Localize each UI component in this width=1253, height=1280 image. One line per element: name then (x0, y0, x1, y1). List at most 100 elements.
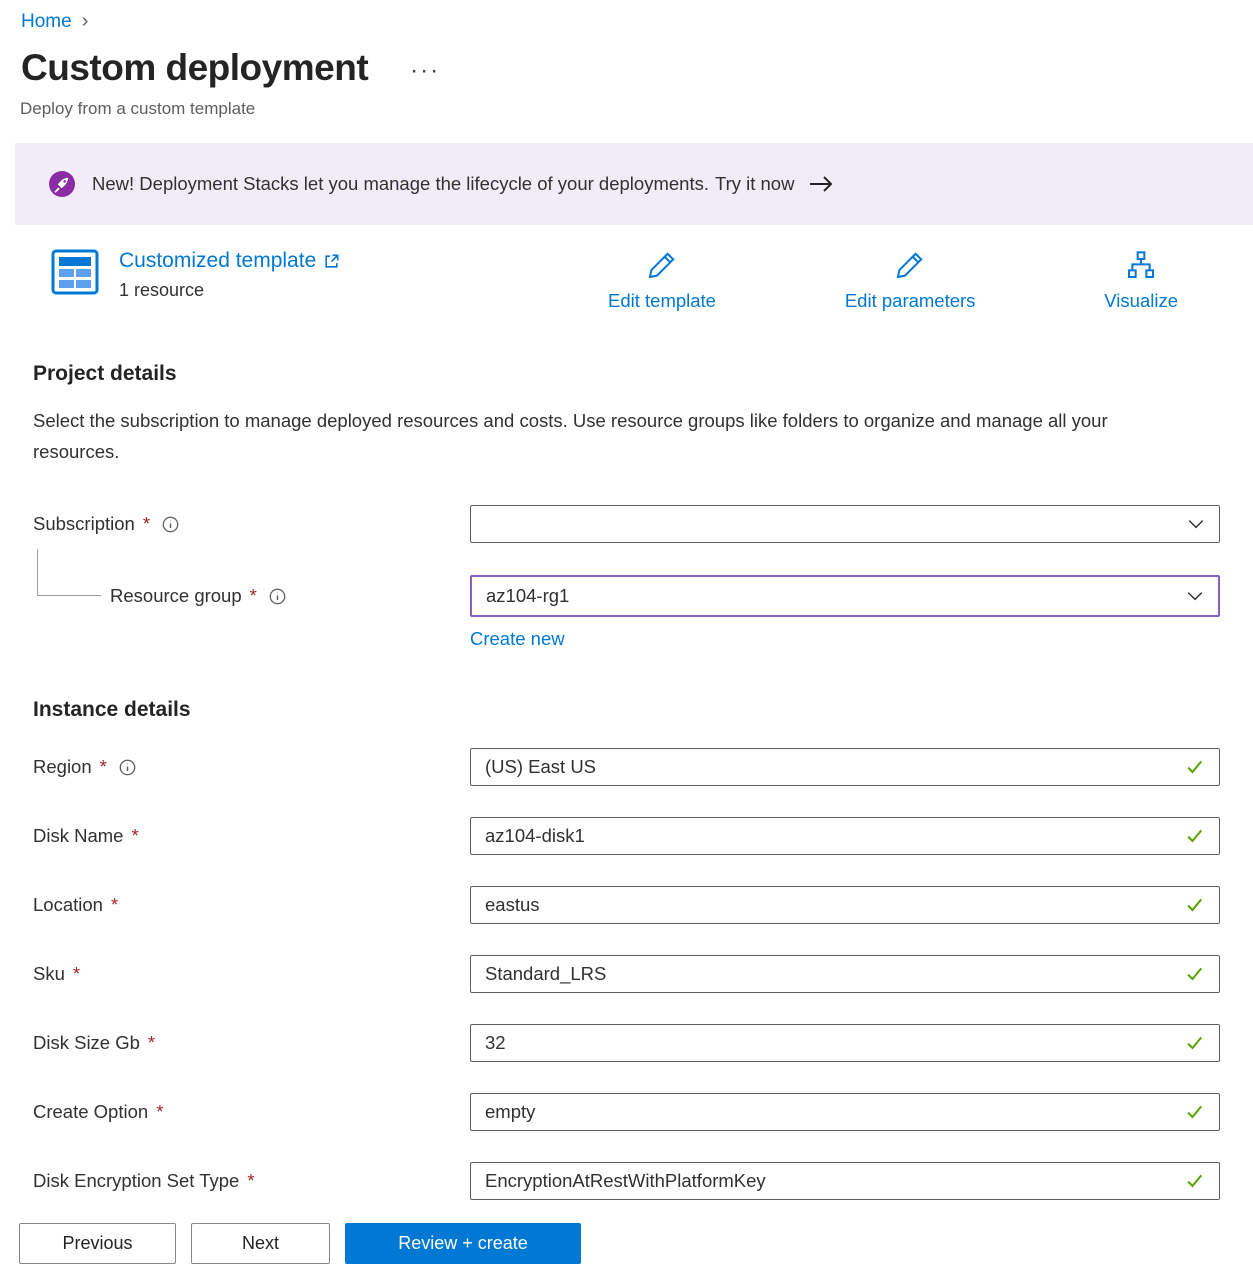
breadcrumb-separator: › (82, 10, 89, 33)
template-actions: Edit template Edit parameters Visualize (608, 249, 1208, 312)
disk-size-field-row: Disk Size Gb * 32 (33, 1024, 1220, 1062)
required-asterisk: * (247, 1170, 254, 1192)
label-text: Region (33, 756, 92, 778)
input-value: empty (485, 1101, 1177, 1123)
input-value: 32 (485, 1032, 1177, 1054)
previous-button[interactable]: Previous (19, 1223, 176, 1264)
input-value: eastus (485, 894, 1177, 916)
required-asterisk: * (148, 1032, 155, 1054)
checkmark-icon (1185, 1033, 1205, 1053)
info-icon[interactable] (162, 516, 179, 533)
subscription-field-row: Subscription * (33, 505, 1220, 543)
page-title: Custom deployment (21, 47, 368, 89)
pencil-icon (646, 249, 678, 281)
banner-message: New! Deployment Stacks let you manage th… (92, 173, 709, 195)
input-value: EncryptionAtRestWithPlatformKey (485, 1170, 1177, 1192)
action-label: Visualize (1104, 290, 1178, 312)
template-link-label: Customized template (119, 249, 316, 273)
banner-cta[interactable]: Try it now (715, 173, 795, 195)
breadcrumb: Home › (0, 0, 1253, 33)
resource-group-value: az104-rg1 (486, 585, 1178, 607)
required-asterisk: * (131, 825, 138, 847)
page-content: Home › Custom deployment ··· Deploy from… (0, 0, 1253, 1206)
label-text: Resource group (110, 585, 242, 607)
disk-name-field-row: Disk Name * az104-disk1 (33, 817, 1220, 855)
create-new-link[interactable]: Create new (470, 628, 565, 649)
disk-size-label: Disk Size Gb * (33, 1032, 470, 1054)
sku-input[interactable]: Standard_LRS (470, 955, 1220, 993)
required-asterisk: * (143, 513, 150, 535)
project-details-heading: Project details (33, 362, 1253, 386)
disk-encryption-set-type-field-row: Disk Encryption Set Type * EncryptionAtR… (33, 1162, 1220, 1200)
wizard-footer: Previous Next Review + create (0, 1206, 1253, 1280)
edit-template-button[interactable]: Edit template (608, 249, 716, 312)
location-label: Location * (33, 894, 470, 916)
sku-field-row: Sku * Standard_LRS (33, 955, 1220, 993)
required-asterisk: * (250, 585, 257, 607)
create-option-label: Create Option * (33, 1101, 470, 1123)
project-details-description: Select the subscription to manage deploy… (33, 406, 1181, 467)
resource-group-dropdown[interactable]: az104-rg1 (470, 575, 1220, 617)
disk-name-label: Disk Name * (33, 825, 470, 847)
checkmark-icon (1185, 895, 1205, 915)
hierarchy-icon (1125, 249, 1157, 281)
label-text: Disk Name (33, 825, 123, 847)
visualize-button[interactable]: Visualize (1104, 249, 1178, 312)
instance-details-heading: Instance details (33, 698, 1253, 722)
chevron-down-icon (1187, 515, 1205, 533)
label-text: Create Option (33, 1101, 148, 1123)
chevron-down-icon (1186, 587, 1204, 605)
pencil-icon (894, 249, 926, 281)
region-input[interactable]: (US) East US (470, 748, 1220, 786)
customized-template-link[interactable]: Customized template (119, 249, 340, 273)
resource-group-field-row: Resource group * az104-rg1 (33, 575, 1220, 617)
info-icon[interactable] (269, 588, 286, 605)
label-text: Disk Encryption Set Type (33, 1170, 239, 1192)
rocket-icon (48, 170, 76, 198)
breadcrumb-home-link[interactable]: Home (21, 11, 72, 33)
disk-size-input[interactable]: 32 (470, 1024, 1220, 1062)
action-label: Edit parameters (845, 290, 976, 312)
subscription-dropdown[interactable] (470, 505, 1220, 543)
disk-name-input[interactable]: az104-disk1 (470, 817, 1220, 855)
create-option-field-row: Create Option * empty (33, 1093, 1220, 1131)
edit-parameters-button[interactable]: Edit parameters (845, 249, 976, 312)
checkmark-icon (1185, 757, 1205, 777)
label-text: Sku (33, 963, 65, 985)
arrow-right-icon[interactable] (808, 174, 834, 194)
more-options-menu[interactable]: ··· (410, 51, 440, 85)
checkmark-icon (1185, 1171, 1205, 1191)
sku-label: Sku * (33, 963, 470, 985)
create-option-input[interactable]: empty (470, 1093, 1220, 1131)
checkmark-icon (1185, 1102, 1205, 1122)
required-asterisk: * (156, 1101, 163, 1123)
info-icon[interactable] (119, 759, 136, 776)
next-button[interactable]: Next (191, 1223, 330, 1264)
required-asterisk: * (100, 756, 107, 778)
external-link-icon (323, 253, 340, 270)
disk-encryption-set-type-label: Disk Encryption Set Type * (33, 1170, 470, 1192)
location-input[interactable]: eastus (470, 886, 1220, 924)
page-subtitle: Deploy from a custom template (20, 99, 1253, 119)
subscription-label: Subscription * (33, 513, 470, 535)
template-card: Customized template 1 resource Edit temp… (51, 249, 1208, 312)
template-resource-count: 1 resource (119, 280, 340, 301)
review-create-button[interactable]: Review + create (345, 1223, 581, 1264)
required-asterisk: * (73, 963, 80, 985)
input-value: (US) East US (485, 756, 1177, 778)
template-icon (51, 249, 99, 295)
label-text: Subscription (33, 513, 135, 535)
label-text: Location (33, 894, 103, 916)
checkmark-icon (1185, 826, 1205, 846)
input-value: az104-disk1 (485, 825, 1177, 847)
checkmark-icon (1185, 964, 1205, 984)
input-value: Standard_LRS (485, 963, 1177, 985)
region-field-row: Region * (US) East US (33, 748, 1220, 786)
label-text: Disk Size Gb (33, 1032, 140, 1054)
disk-encryption-set-type-input[interactable]: EncryptionAtRestWithPlatformKey (470, 1162, 1220, 1200)
field-connector-line (37, 549, 101, 596)
region-label: Region * (33, 756, 470, 778)
action-label: Edit template (608, 290, 716, 312)
location-field-row: Location * eastus (33, 886, 1220, 924)
deployment-stacks-banner: New! Deployment Stacks let you manage th… (15, 143, 1253, 225)
